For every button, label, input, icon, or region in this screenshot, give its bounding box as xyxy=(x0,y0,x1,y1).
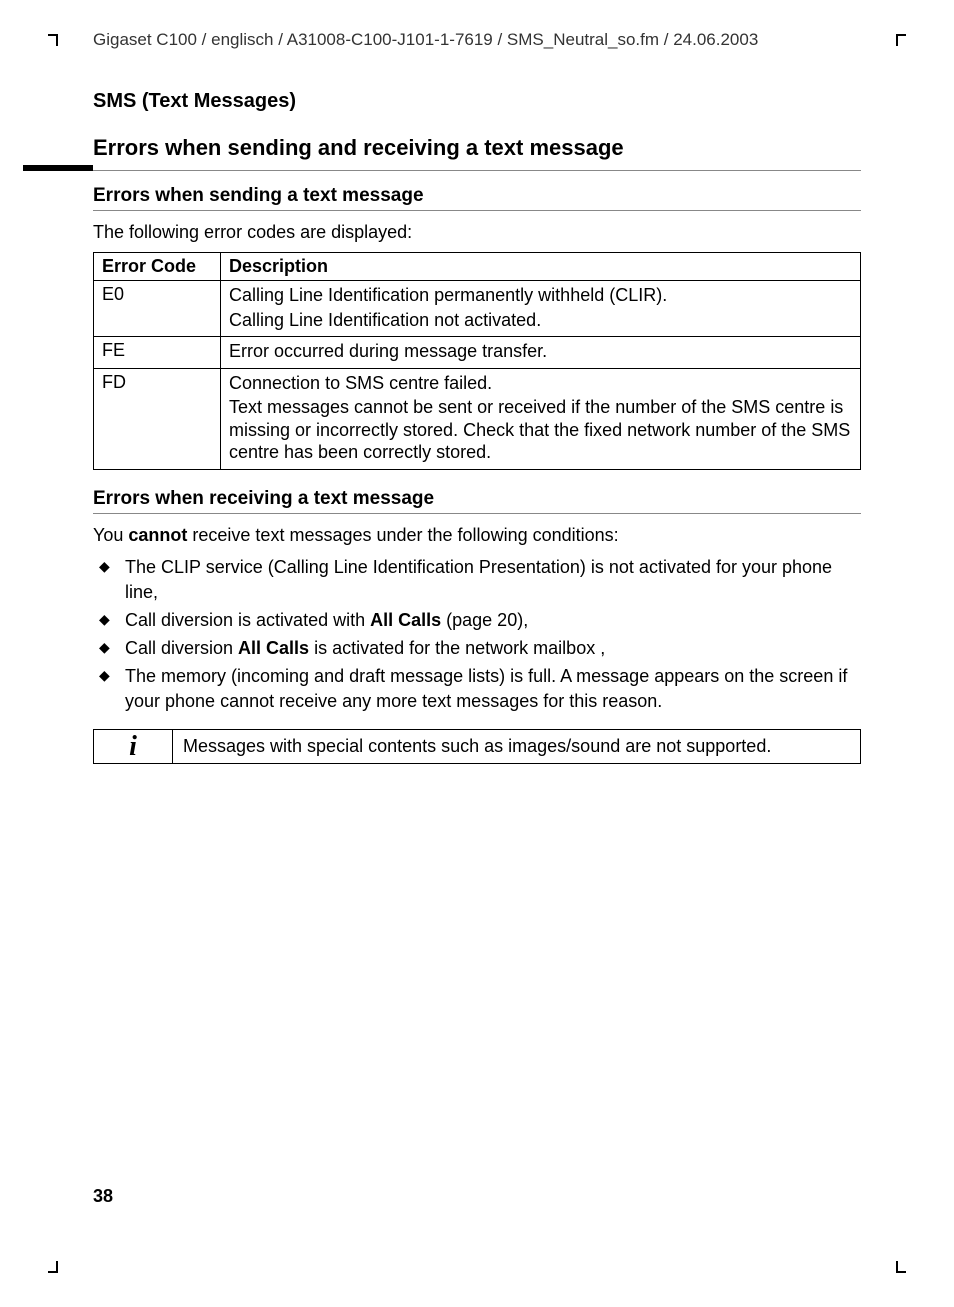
table-header-row: Error Code Description xyxy=(94,253,861,281)
receiving-bullet-list: The CLIP service (Calling Line Identific… xyxy=(93,555,861,713)
info-text: Messages with special contents such as i… xyxy=(173,730,860,763)
col-header-desc: Description xyxy=(221,253,861,281)
table-row: E0 Calling Line Identification permanent… xyxy=(94,281,861,337)
error-desc-line: Text messages cannot be sent or received… xyxy=(229,396,852,464)
page-number: 38 xyxy=(93,1186,113,1207)
error-desc-cell: Calling Line Identification permanently … xyxy=(221,281,861,337)
info-icon: i xyxy=(94,730,173,763)
error-desc-cell: Connection to SMS centre failed. Text me… xyxy=(221,368,861,469)
page-body: Gigaset C100 / englisch / A31008-C100-J1… xyxy=(93,30,861,1217)
error-code-cell: FD xyxy=(94,368,221,469)
text-span: The CLIP service (Calling Line Identific… xyxy=(125,557,832,601)
error-desc-line: Calling Line Identification not activate… xyxy=(229,309,852,332)
text-span: Call diversion xyxy=(125,638,238,658)
heading-1-rule xyxy=(93,165,861,171)
error-desc-line: Calling Line Identification permanently … xyxy=(229,284,852,307)
error-code-table: Error Code Description E0 Calling Line I… xyxy=(93,252,861,470)
heading-2-sending: Errors when sending a text message xyxy=(93,185,861,207)
text-span: Call diversion is activated with xyxy=(125,610,370,630)
table-row: FE Error occurred during message transfe… xyxy=(94,337,861,369)
text-span: You xyxy=(93,525,128,545)
text-span: (page 20), xyxy=(441,610,528,630)
crop-mark xyxy=(896,34,898,46)
sending-intro: The following error codes are displayed: xyxy=(93,221,861,244)
list-item: The CLIP service (Calling Line Identific… xyxy=(93,555,861,604)
text-bold: cannot xyxy=(128,525,187,545)
document-path: Gigaset C100 / englisch / A31008-C100-J1… xyxy=(93,30,861,50)
crop-mark xyxy=(56,34,58,46)
receiving-intro: You cannot receive text messages under t… xyxy=(93,524,861,547)
list-item: Call diversion is activated with All Cal… xyxy=(93,608,861,632)
error-code-cell: E0 xyxy=(94,281,221,337)
text-span: receive text messages under the followin… xyxy=(187,525,618,545)
section-header: SMS (Text Messages) xyxy=(93,90,861,113)
text-bold: All Calls xyxy=(238,638,309,658)
text-span: The memory (incoming and draft message l… xyxy=(125,666,847,710)
crop-mark xyxy=(896,1261,898,1273)
crop-mark xyxy=(56,1261,58,1273)
error-desc-line: Connection to SMS centre failed. xyxy=(229,372,852,395)
list-item: The memory (incoming and draft message l… xyxy=(93,664,861,713)
heading-2-rule xyxy=(93,513,861,514)
heading-1: Errors when sending and receiving a text… xyxy=(93,135,861,161)
table-row: FD Connection to SMS centre failed. Text… xyxy=(94,368,861,469)
info-note-box: i Messages with special contents such as… xyxy=(93,729,861,764)
text-bold: All Calls xyxy=(370,610,441,630)
heading-2-receiving: Errors when receiving a text message xyxy=(93,488,861,510)
list-item: Call diversion All Calls is activated fo… xyxy=(93,636,861,660)
error-code-cell: FE xyxy=(94,337,221,369)
error-desc-line: Error occurred during message transfer. xyxy=(229,340,852,363)
col-header-code: Error Code xyxy=(94,253,221,281)
error-desc-cell: Error occurred during message transfer. xyxy=(221,337,861,369)
heading-2-rule xyxy=(93,210,861,211)
text-span: is activated for the network mailbox , xyxy=(309,638,605,658)
